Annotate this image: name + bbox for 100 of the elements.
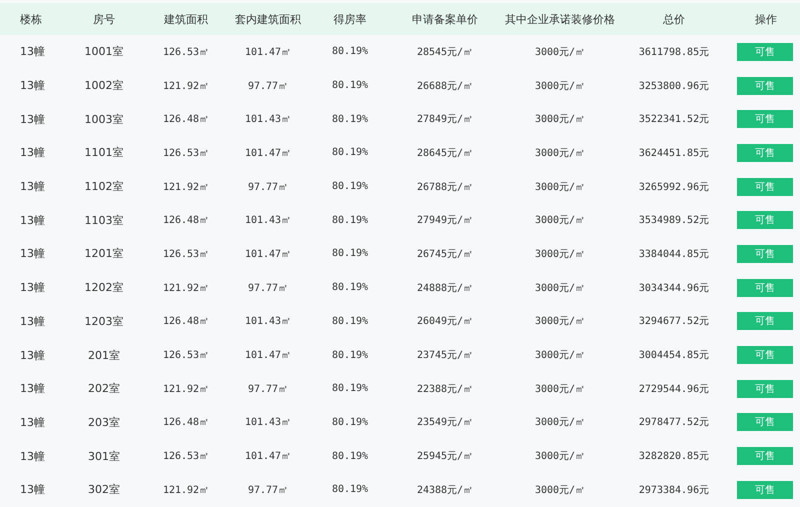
table-cell: 80.19% [332,350,368,361]
column-header: 其中企业承诺装修价格 [505,12,615,26]
table-cell: 202室 [88,381,120,396]
table-cell-text: 13幢 [19,448,45,464]
available-button[interactable]: 可售 [737,244,793,263]
table-cell-text: 3000元/㎡ [534,46,586,59]
table-cell-text: 101.47㎡ [244,146,292,160]
table-cell-text: 126.53㎡ [162,349,210,362]
table-cell-text: 3004454.85元 [638,349,710,362]
table-cell-text: 101.47㎡ [244,349,292,362]
table-cell-text: 101.43㎡ [244,214,292,228]
table-cell-text: 3000元/㎡ [534,315,586,328]
column-header: 得房率 [334,12,366,26]
table-cell-text: 13幢 [19,482,45,498]
table-cell: 80.19% [332,383,368,394]
table-cell-text: 13幢 [19,112,45,127]
table-cell-text: 101.43㎡ [244,315,292,328]
available-button[interactable]: 可售 [737,447,793,466]
table-cell-text: 101.43㎡ [244,113,292,126]
table-cell-text: 25945元/㎡ [416,450,474,464]
available-button[interactable]: 可售 [737,380,793,398]
available-button[interactable]: 可售 [737,76,793,95]
available-button[interactable]: 可售 [737,480,793,499]
table-cell-text: 97.77㎡ [248,282,288,295]
table-cell: 80.19% [332,46,368,58]
table-cell-text: 3000元/㎡ [534,416,586,430]
table-cell-text: 13幢 [19,145,45,160]
table-cell-text: 3534989.52元 [638,214,710,228]
table-cell-text: 97.77㎡ [248,80,288,93]
table-cell-text: 2729544.96元 [638,382,710,396]
table-cell-text: 101.43㎡ [244,416,292,430]
table-cell: 203室 [88,414,120,430]
table-cell-text: 13幢 [19,314,45,329]
table-cell-text: 3000元/㎡ [534,146,586,160]
table-cell: 301室 [88,448,120,464]
table-cell-text: 3282820.85元 [638,450,710,464]
table-cell-text: 97.77㎡ [248,382,288,396]
table-cell-text: 13幢 [19,414,45,430]
table-cell-text: 101.47㎡ [244,248,292,261]
table-cell-text: 13幢 [19,348,45,363]
table-cell-text: 126.48㎡ [162,113,210,126]
table-cell: 1003室 [84,112,124,127]
table-cell-text: 101.47㎡ [244,450,292,464]
table-cell-text: 13幢 [19,78,45,94]
table-cell-text: 3000元/㎡ [534,484,586,497]
table-cell-text: 121.92㎡ [162,484,210,497]
table-cell: 80.19% [332,416,368,428]
table-cell: 1001室 [84,44,124,60]
table-cell-text: 3000元/㎡ [534,214,586,228]
table-cell-text: 3611798.85元 [638,46,710,59]
table-cell: 80.19% [332,484,368,496]
table-cell: 1002室 [84,78,124,94]
table-cell-text: 121.92㎡ [162,180,210,194]
table-cell-text: 26688元/㎡ [416,80,474,93]
available-button[interactable]: 可售 [737,211,793,230]
table-cell: 80.19% [332,282,368,294]
column-header: 操作 [755,12,777,26]
table-cell-text: 13幢 [19,179,45,194]
table-cell-text: 13幢 [19,212,45,228]
table-cell-text: 126.53㎡ [162,46,210,59]
table-cell-text: 26049元/㎡ [416,315,474,328]
table-cell-text: 3034344.96元 [638,282,710,295]
table-cell-text: 3000元/㎡ [534,113,586,126]
table-cell-text: 3265992.96元 [638,180,710,194]
table-cell-text: 26745元/㎡ [416,248,474,261]
table-cell: 201室 [88,348,120,363]
table-cell: 1103室 [84,212,124,228]
available-button[interactable]: 可售 [737,312,793,330]
column-header: 套内建筑面积 [235,12,301,26]
table-cell: 1102室 [84,179,124,194]
table-cell-text: 24888元/㎡ [416,282,474,295]
table-cell: 80.19% [332,114,368,125]
table-cell-text: 126.48㎡ [162,315,210,328]
table-cell-text: 126.53㎡ [162,146,210,160]
table-cell-text: 121.92㎡ [162,382,210,396]
table-cell-text: 126.53㎡ [162,450,210,464]
available-button[interactable]: 可售 [737,178,793,196]
available-button[interactable]: 可售 [737,413,793,432]
table-cell-text: 13幢 [19,280,45,296]
table-cell-text: 13幢 [19,381,45,396]
available-button[interactable]: 可售 [737,346,793,364]
available-button[interactable]: 可售 [737,144,793,162]
table-cell: 80.19% [332,80,368,92]
table-cell-text: 27949元/㎡ [416,214,474,228]
table-cell-text: 23549元/㎡ [416,416,474,430]
table-cell-text: 3000元/㎡ [534,248,586,261]
table-cell-text: 3294677.52元 [638,315,710,328]
table-cell-text: 3000元/㎡ [534,382,586,396]
table-cell-text: 24388元/㎡ [416,484,474,497]
table-cell: 80.19% [332,214,368,226]
table-cell: 1203室 [84,314,124,329]
column-header: 建筑面积 [164,12,208,26]
available-button[interactable]: 可售 [737,42,793,61]
table-cell: 1201室 [84,246,124,262]
table-cell: 80.19% [332,316,368,327]
table-cell: 302室 [88,482,120,498]
table-cell: 80.19% [332,181,368,192]
table-cell-text: 3000元/㎡ [534,349,586,362]
available-button[interactable]: 可售 [737,110,793,128]
available-button[interactable]: 可售 [737,278,793,297]
